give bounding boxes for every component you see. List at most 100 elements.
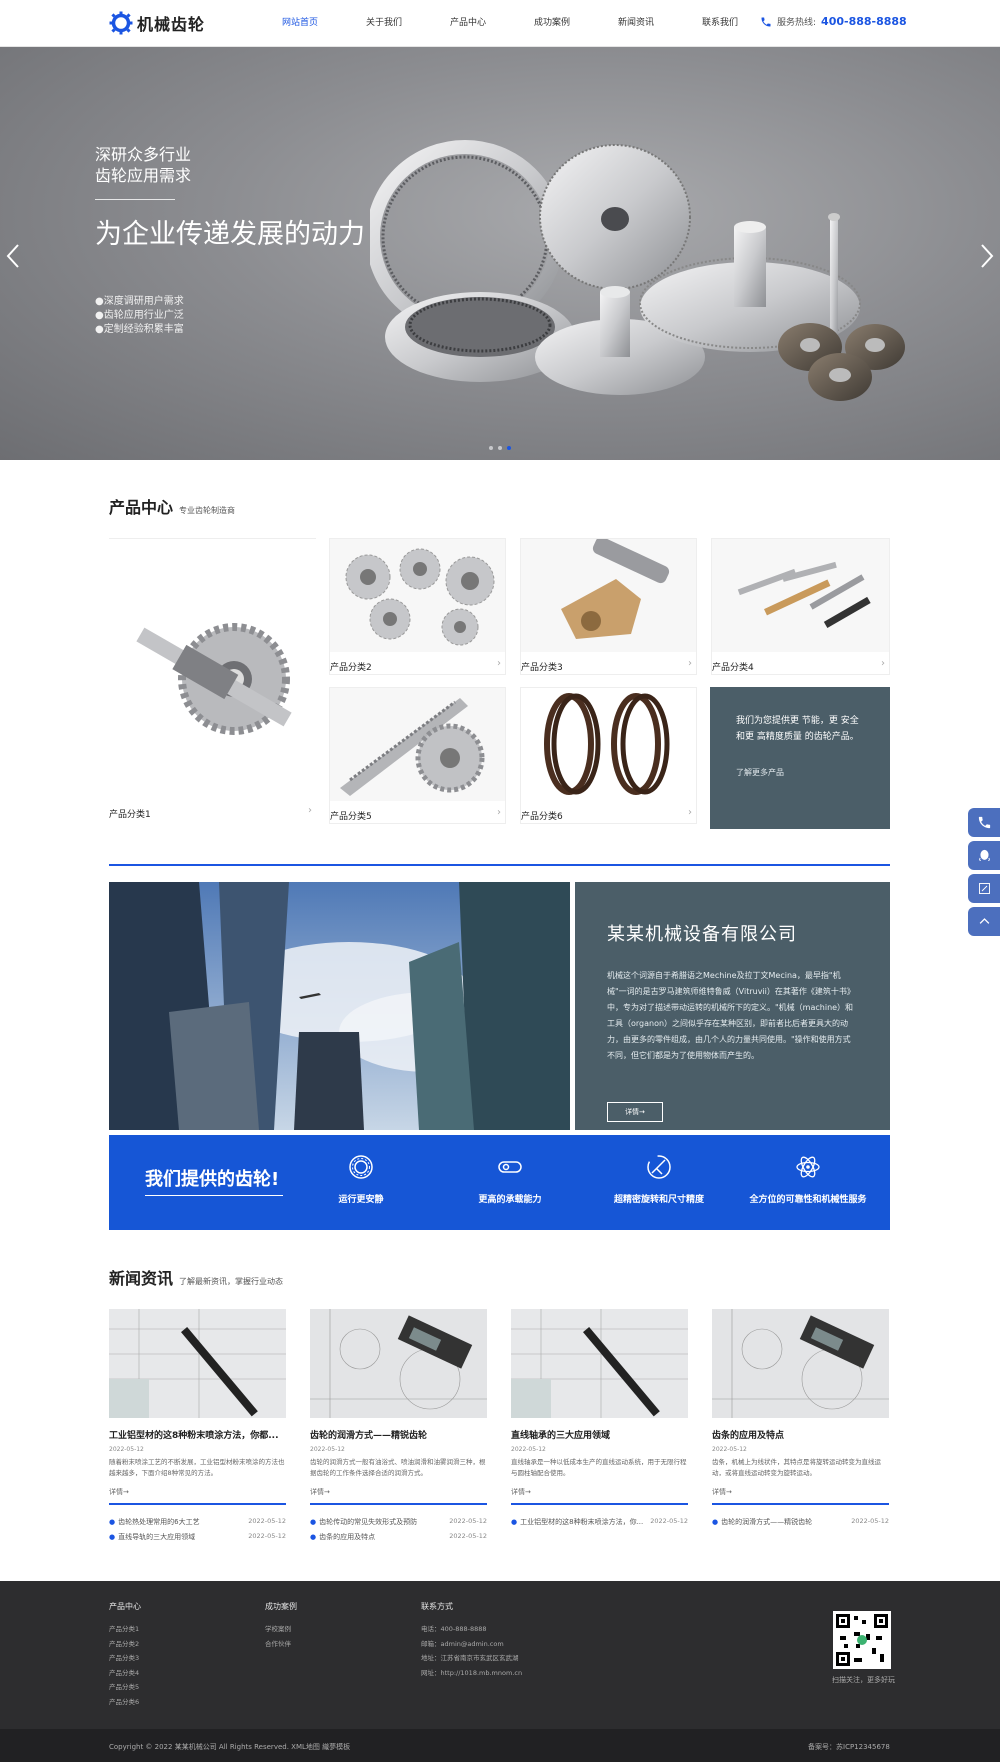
- products-title: 产品中心: [109, 498, 174, 517]
- edit-icon: [978, 883, 990, 894]
- footer-link[interactable]: 产品分类3: [109, 1651, 141, 1666]
- news-card-summary: 随着粉末喷涂工艺的不断发展，工业铝型材粉末喷涂的方法也越来越多，下面介绍8种常见…: [109, 1458, 285, 1477]
- footer-link[interactable]: 产品分类1: [109, 1622, 141, 1637]
- news-card-1[interactable]: 工业铝型材的这8种粉末喷涂方法，你都... 2022-05-12 随着粉末喷涂工…: [109, 1309, 286, 1547]
- back-to-top-icon: [979, 918, 989, 924]
- qq-icon: [978, 849, 990, 861]
- nav-about[interactable]: 关于我们: [342, 0, 426, 47]
- banner-dot[interactable]: [489, 446, 493, 450]
- news-card-summary: 齿条，机械上为线状件，其特点是将旋转运动转变为直线运动，或将直线运动转变为旋转运…: [712, 1458, 881, 1477]
- news-subtitle: 了解最新资讯，掌握行业动态: [179, 1277, 284, 1286]
- news-image-1: [109, 1309, 286, 1418]
- chevron-right-icon: ›: [688, 658, 692, 669]
- nav-contact[interactable]: 联系我们: [678, 0, 762, 47]
- nav-news[interactable]: 新闻资讯: [594, 0, 678, 47]
- footer-link[interactable]: 产品分类2: [109, 1637, 141, 1652]
- footer-link[interactable]: 产品分类6: [109, 1695, 141, 1710]
- product-label-5: 产品分类5: [330, 812, 372, 822]
- logo[interactable]: 机械齿轮: [109, 11, 205, 35]
- news-list-item[interactable]: ● 齿条的应用及特点 2022-05-12: [310, 1532, 487, 1547]
- caliper-icon: [647, 1155, 671, 1179]
- float-top-button[interactable]: [968, 907, 1000, 936]
- nav-cases[interactable]: 成功案例: [510, 0, 594, 47]
- news-card-bar: [109, 1503, 286, 1505]
- news-card-more-link[interactable]: 详情→: [310, 1487, 487, 1497]
- product-card-6[interactable]: 产品分类6 ›: [520, 687, 697, 824]
- news-image-3: [511, 1309, 688, 1418]
- features-title: 我们提供的齿轮!: [145, 1169, 280, 1190]
- news-list: ● 工业铝型材的这8种粉末喷涂方法，你... 2022-05-12: [511, 1517, 688, 1532]
- banner-bullet: ●深度调研用户需求: [95, 296, 184, 307]
- news-list-item[interactable]: ● 齿轮热处理常用的6大工艺 2022-05-12: [109, 1517, 286, 1532]
- news-title: 新闻资讯: [109, 1269, 174, 1288]
- news-list-title: 齿轮的润滑方式——精锐齿轮: [721, 1518, 813, 1526]
- news-list-title: 直线导轨的三大应用领域: [118, 1533, 196, 1541]
- about-panel: 某某机械设备有限公司 机械这个词源自于希腊语之Mechine及拉丁文Mecina…: [575, 882, 890, 1130]
- product-card-4[interactable]: 产品分类4 ›: [711, 538, 890, 675]
- product-card-1[interactable]: 产品分类1 ›: [109, 538, 316, 829]
- copyright-text: Copyright © 2022 某某机械公司 All Rights Reser…: [109, 1743, 351, 1751]
- hotline-label: 服务热线:: [777, 18, 817, 28]
- banner-prev-button[interactable]: [6, 242, 20, 277]
- news-card-summary: 直线轴承是一种以低成本生产的直线运动系统，用于无限行程与圆柱轴配合使用。: [511, 1458, 687, 1477]
- footer-col-title: 联系方式: [421, 1602, 453, 1611]
- news-card-3[interactable]: 直线轴承的三大应用领域 2022-05-12 直线轴承是一种以低成本生产的直线运…: [511, 1309, 688, 1532]
- banner-dot[interactable]: [498, 446, 502, 450]
- news-card-date: 2022-05-12: [109, 1446, 144, 1453]
- about-image: [109, 882, 570, 1130]
- bearing-icon: [349, 1155, 373, 1179]
- product-image-1: [136, 623, 292, 735]
- footer-link[interactable]: 产品分类5: [109, 1680, 141, 1695]
- banner-next-button[interactable]: [980, 242, 994, 277]
- news-card-more-link[interactable]: 详情→: [511, 1487, 688, 1497]
- product-image-6: [521, 688, 696, 801]
- footer-link[interactable]: 产品分类4: [109, 1666, 141, 1681]
- promo-link[interactable]: 了解更多产品: [736, 767, 864, 778]
- news-card-title[interactable]: 工业铝型材的这8种粉末喷涂方法，你都...: [109, 1428, 286, 1441]
- news-list-item[interactable]: ● 齿轮的润滑方式——精锐齿轮 2022-05-12: [712, 1517, 889, 1532]
- news-card-title[interactable]: 齿轮的润滑方式——精锐齿轮: [310, 1428, 487, 1441]
- product-label-6: 产品分类6: [521, 812, 563, 822]
- news-card-more-link[interactable]: 详情→: [109, 1487, 286, 1497]
- header: 机械齿轮 网站首页 关于我们 产品中心 成功案例 新闻资讯 联系我们 服务热线:…: [0, 0, 1000, 47]
- footer-col-title: 成功案例: [265, 1602, 297, 1611]
- news-card-bar: [511, 1503, 688, 1505]
- footer: 产品中心 产品分类1 产品分类2 产品分类3 产品分类4 产品分类5 产品分类6…: [0, 1581, 1000, 1729]
- news-list-item[interactable]: ● 齿轮传动的常见失效形式及预防 2022-05-12: [310, 1517, 487, 1532]
- promo-text: 我们为您提供更 节能，更 安全和更 高精度质量 的齿轮产品。: [736, 716, 859, 742]
- news-card-4[interactable]: 齿条的应用及特点 2022-05-12 齿条，机械上为线状件，其特点是将旋转运动…: [712, 1309, 889, 1532]
- news-list-title: 齿轮热处理常用的6大工艺: [118, 1518, 200, 1526]
- news-list-item[interactable]: ● 工业铝型材的这8种粉末喷涂方法，你... 2022-05-12: [511, 1517, 688, 1532]
- float-qq-button[interactable]: [968, 841, 1000, 870]
- feature-item-4: 全方位的可靠性和机械性服务: [733, 1153, 883, 1205]
- qr-code: [833, 1611, 891, 1669]
- nav-home[interactable]: 网站首页: [258, 0, 342, 47]
- banner-title: 为企业传递发展的动力: [95, 219, 365, 250]
- footer-link[interactable]: 合作伙伴: [265, 1637, 297, 1652]
- product-card-3[interactable]: 产品分类3 ›: [520, 536, 697, 675]
- atom-icon: [796, 1156, 820, 1178]
- banner-dot-active[interactable]: [507, 446, 511, 450]
- news-card-title[interactable]: 直线轴承的三大应用领域: [511, 1428, 688, 1441]
- product-card-5[interactable]: 产品分类5 ›: [329, 687, 506, 824]
- footer-link[interactable]: 学校案例: [265, 1622, 297, 1637]
- news-card-2[interactable]: 齿轮的润滑方式——精锐齿轮 2022-05-12 齿轮的润滑方式一般有油浴式、喷…: [310, 1309, 487, 1547]
- about-details-button[interactable]: 详情→: [607, 1102, 663, 1122]
- feature-label-4: 全方位的可靠性和机械性服务: [749, 1195, 867, 1205]
- nav-products[interactable]: 产品中心: [426, 0, 510, 47]
- news-list-item[interactable]: ● 直线导轨的三大应用领域 2022-05-12: [109, 1532, 286, 1547]
- chevron-right-icon: ›: [881, 658, 885, 669]
- news-list-title: 工业铝型材的这8种粉末喷涂方法，你...: [520, 1518, 644, 1526]
- product-label-1: 产品分类1: [109, 810, 151, 820]
- product-card-2[interactable]: 产品分类2 ›: [329, 538, 506, 675]
- news-card-more-link[interactable]: 详情→: [712, 1487, 889, 1497]
- capsule-icon: [498, 1161, 522, 1173]
- float-message-button[interactable]: [968, 874, 1000, 903]
- banner-pagination: [489, 446, 511, 450]
- float-phone-button[interactable]: [968, 808, 1000, 837]
- chevron-right-icon: ›: [497, 807, 501, 818]
- news-card-title[interactable]: 齿条的应用及特点: [712, 1428, 889, 1441]
- icp-text[interactable]: 备案号：苏ICP12345678: [808, 1742, 890, 1752]
- feature-label-1: 运行更安静: [338, 1195, 384, 1205]
- feature-item-1: 运行更安静: [286, 1153, 436, 1205]
